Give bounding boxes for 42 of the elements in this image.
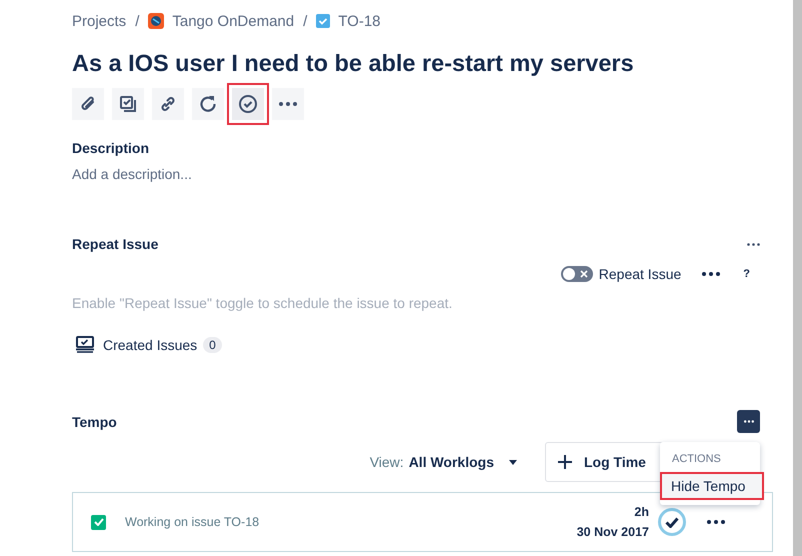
more-button[interactable] (737, 410, 760, 433)
check-circle-button[interactable] (227, 83, 269, 125)
monitor-icon (76, 336, 94, 353)
more-icon (744, 420, 754, 423)
created-issues-link[interactable]: Created Issues (103, 336, 198, 352)
checklist-icon (118, 94, 138, 114)
count-badge: 0 (203, 336, 222, 352)
section-heading: Repeat Issue (72, 236, 158, 252)
issue-title: As a IOS user I need to be able re-start my servers (72, 49, 635, 78)
more-icon (707, 520, 725, 524)
breadcrumb-separator: / (135, 12, 140, 30)
scrollbar[interactable] (793, 0, 802, 556)
view-dropdown[interactable]: All Worklogs (408, 454, 494, 470)
hint-text: Enable "Repeat Issue" toggle to schedule the issue to repeat. (72, 295, 454, 311)
breadcrumb-link[interactable]: Tango OnDemand (172, 12, 294, 30)
menu-heading: ACTIONS (671, 453, 722, 465)
worklog-date: 30 Nov 2017 (576, 524, 649, 541)
toggle-label: Repeat Issue (598, 266, 682, 282)
worklog-duration: 2h (634, 504, 649, 521)
checkbox[interactable] (91, 514, 106, 530)
more-icon (746, 242, 760, 246)
cross-icon (580, 270, 588, 278)
more-icon (279, 102, 297, 106)
caret-icon (509, 460, 517, 464)
description-placeholder[interactable]: Add a description... (72, 166, 773, 182)
worklog-description: Working on issue TO-18 (125, 515, 260, 529)
plus-icon (558, 455, 572, 469)
more-button[interactable] (707, 520, 725, 524)
breadcrumb-separator: / (303, 12, 308, 30)
section-heading: Tempo (72, 414, 117, 430)
refresh-icon (198, 94, 218, 114)
breadcrumb-link[interactable]: TO-18 (338, 12, 381, 30)
task-icon (316, 14, 330, 28)
view-label: View: (370, 454, 404, 470)
section-heading: Description (72, 140, 150, 156)
more-icon (702, 272, 720, 276)
check-circle-icon (238, 94, 258, 114)
help-button[interactable]: ? (743, 268, 750, 280)
toggle-switch[interactable] (560, 266, 593, 282)
menu-item[interactable]: Hide Tempo (660, 472, 764, 500)
project-avatar-icon (148, 13, 164, 29)
breadcrumb-link[interactable]: Projects (72, 12, 126, 30)
